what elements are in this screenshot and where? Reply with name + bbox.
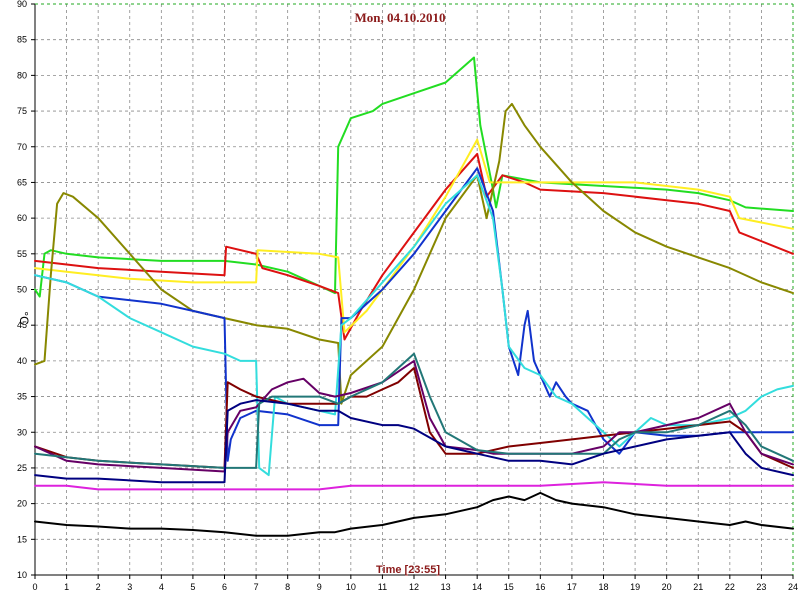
x-tick-label: 5 [190, 582, 195, 592]
x-tick-label: 13 [441, 582, 451, 592]
x-tick-label: 8 [285, 582, 290, 592]
x-tick-label: 17 [567, 582, 577, 592]
x-tick-label: 3 [127, 582, 132, 592]
x-tick-label: 2 [96, 582, 101, 592]
y-tick-label: 90 [17, 0, 27, 9]
y-tick-label: 30 [17, 427, 27, 437]
x-tick-label: 1 [64, 582, 69, 592]
y-tick-label: 70 [17, 142, 27, 152]
x-tick-label: 10 [346, 582, 356, 592]
y-tick-label: 15 [17, 534, 27, 544]
y-tick-label: 85 [17, 35, 27, 45]
x-tick-label: 24 [788, 582, 798, 592]
y-tick-label: 10 [17, 570, 27, 580]
x-tick-label: 6 [222, 582, 227, 592]
x-tick-label: 0 [32, 582, 37, 592]
y-tick-label: 80 [17, 70, 27, 80]
x-tick-label: 20 [662, 582, 672, 592]
y-tick-label: 40 [17, 356, 27, 366]
x-axis-label: Time [23:55] [376, 564, 440, 576]
chart-title: Mon, 04.10.2010 [355, 10, 446, 25]
x-tick-label: 19 [630, 582, 640, 592]
y-tick-label: 35 [17, 392, 27, 402]
y-tick-label: 20 [17, 499, 27, 509]
x-tick-label: 15 [504, 582, 514, 592]
x-tick-label: 16 [535, 582, 545, 592]
x-tick-label: 9 [317, 582, 322, 592]
x-tick-label: 11 [378, 582, 387, 592]
y-tick-label: 60 [17, 213, 27, 223]
y-tick-label: 55 [17, 249, 27, 259]
temperature-line-chart: 0 1 2 3 4 5 6 7 8 9 10 11 12 13 14 15 16 17 18 19 20 21 22 23 24… [0, 0, 800, 600]
x-tick-label: 21 [693, 582, 703, 592]
x-tick-label: 12 [409, 582, 419, 592]
y-tick-label: 50 [17, 285, 27, 295]
x-tick-label: 4 [159, 582, 164, 592]
x-tick-label: 7 [254, 582, 259, 592]
y-axis-label: °C [17, 311, 31, 325]
x-tick-label: 22 [725, 582, 735, 592]
x-tick-label: 18 [598, 582, 608, 592]
x-tick-label: 23 [756, 582, 766, 592]
y-tick-label: 65 [17, 177, 27, 187]
y-tick-label: 25 [17, 463, 27, 473]
y-tick-label: 75 [17, 106, 27, 116]
x-tick-label: 14 [472, 582, 482, 592]
